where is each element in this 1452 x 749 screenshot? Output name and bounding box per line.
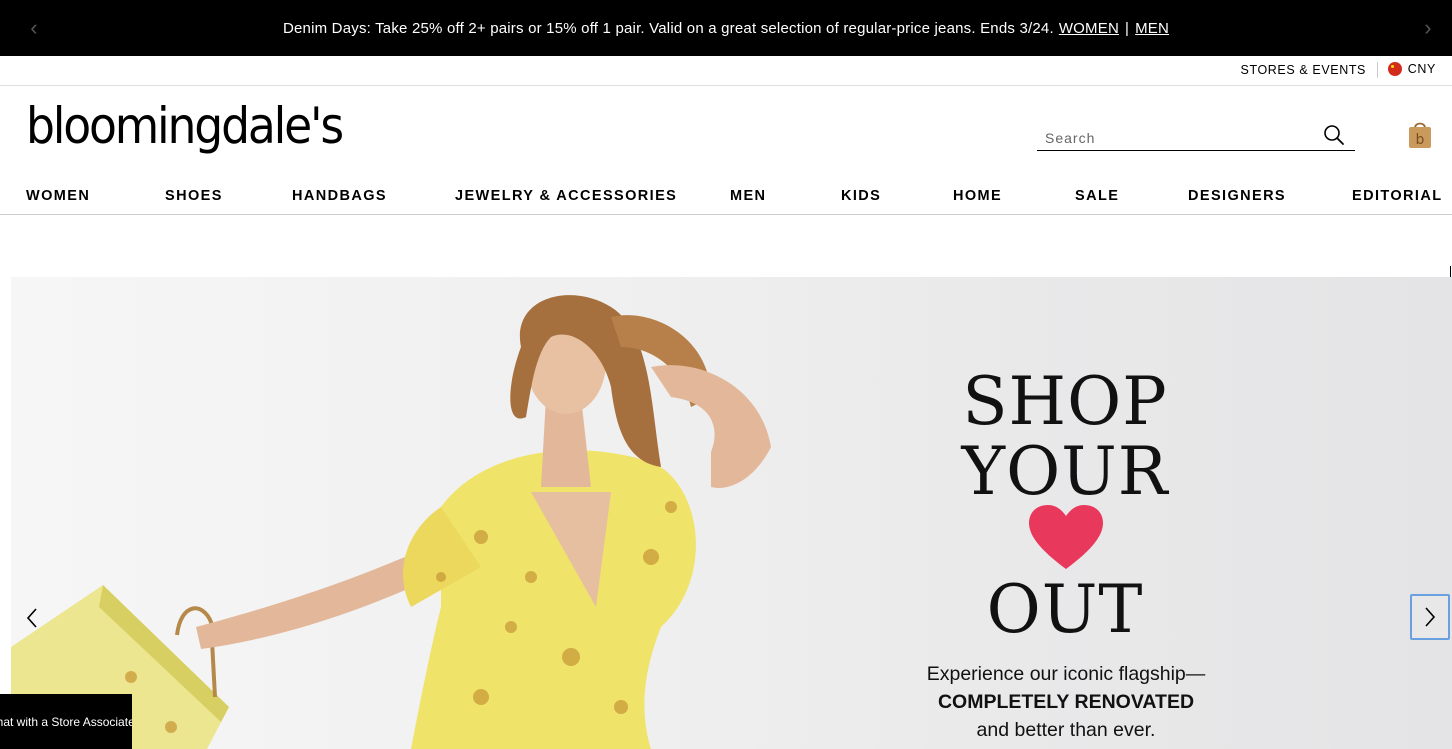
heart-icon (1029, 505, 1103, 569)
currency-label: CNY (1407, 62, 1436, 76)
promo-prev-button[interactable]: ‹ (20, 14, 48, 42)
promo-banner: ‹ Denim Days: Take 25% off 2+ pairs or 1… (0, 0, 1452, 56)
china-flag-icon (1387, 62, 1402, 76)
nav-item-home[interactable]: HOME (953, 188, 1002, 204)
promo-men-link[interactable]: MEN (1135, 20, 1169, 37)
logo-wordmark: bloomingdale's (26, 103, 342, 155)
nav-item-editorial[interactable]: EDITORIAL (1352, 188, 1442, 204)
hero-subtext-line3: and better than ever. (976, 719, 1156, 741)
nav-item-men[interactable]: MEN (730, 188, 766, 204)
currency-selector[interactable]: CNY (1387, 62, 1436, 76)
promo-text: Denim Days: Take 25% off 2+ pairs or 15%… (282, 19, 1054, 37)
nav-item-shoes[interactable]: SHOES (165, 188, 223, 204)
nav-item-jewelry-accessories[interactable]: JEWELRY & ACCESSORIES (455, 188, 677, 204)
chevron-left-icon (26, 608, 37, 628)
hero-headline-out: OUT (986, 571, 1144, 648)
svg-text:b: b (1416, 132, 1425, 148)
nav-item-sale[interactable]: SALE (1075, 188, 1119, 204)
chat-label: Chat with a Store Associate (0, 714, 132, 729)
hero-headline-shop: SHOP (962, 363, 1168, 440)
nav-item-women[interactable]: WOMEN (26, 188, 90, 204)
carousel-prev-button[interactable] (12, 595, 52, 641)
chevron-left-icon: ‹ (30, 15, 38, 40)
chat-store-associate-button[interactable]: Chat with a Store Associate (0, 694, 132, 749)
stores-events-link[interactable]: STORES & EVENTS (1241, 63, 1366, 77)
utility-bar: STORES & EVENTS CNY (0, 56, 1452, 86)
chevron-right-icon: › (1424, 15, 1432, 40)
search-input[interactable] (1043, 126, 1317, 150)
carousel-next-button[interactable] (1410, 594, 1450, 640)
promo-next-button[interactable]: › (1414, 14, 1442, 42)
hero-carousel[interactable]: SHOP YOUR OUT Experience our iconic flag… (11, 277, 1452, 749)
main-navigation: WOMEN SHOES HANDBAGS JEWELRY & ACCESSORI… (0, 180, 1452, 215)
hero-headline-your: YOUR (961, 433, 1169, 510)
promo-women-link[interactable]: WOMEN (1059, 20, 1119, 37)
hero-subtext-line1: Experience our iconic flagship— (926, 663, 1206, 685)
hero-subtext-line2: COMPLETELY RENOVATED (937, 691, 1195, 713)
bloomingdales-logo[interactable]: bloomingdale's (26, 103, 346, 165)
nav-item-designers[interactable]: DESIGNERS (1188, 188, 1286, 204)
shopping-bag-icon[interactable]: b (1407, 119, 1433, 149)
chevron-right-icon (1425, 607, 1436, 627)
search-bar (1037, 122, 1355, 151)
promo-separator: | (1125, 19, 1130, 37)
search-icon[interactable] (1323, 124, 1345, 146)
utility-divider (1377, 62, 1378, 78)
nav-item-kids[interactable]: KIDS (841, 188, 881, 204)
nav-item-handbags[interactable]: HANDBAGS (292, 188, 387, 204)
hero-copy: SHOP YOUR OUT Experience our iconic flag… (11, 277, 1452, 749)
